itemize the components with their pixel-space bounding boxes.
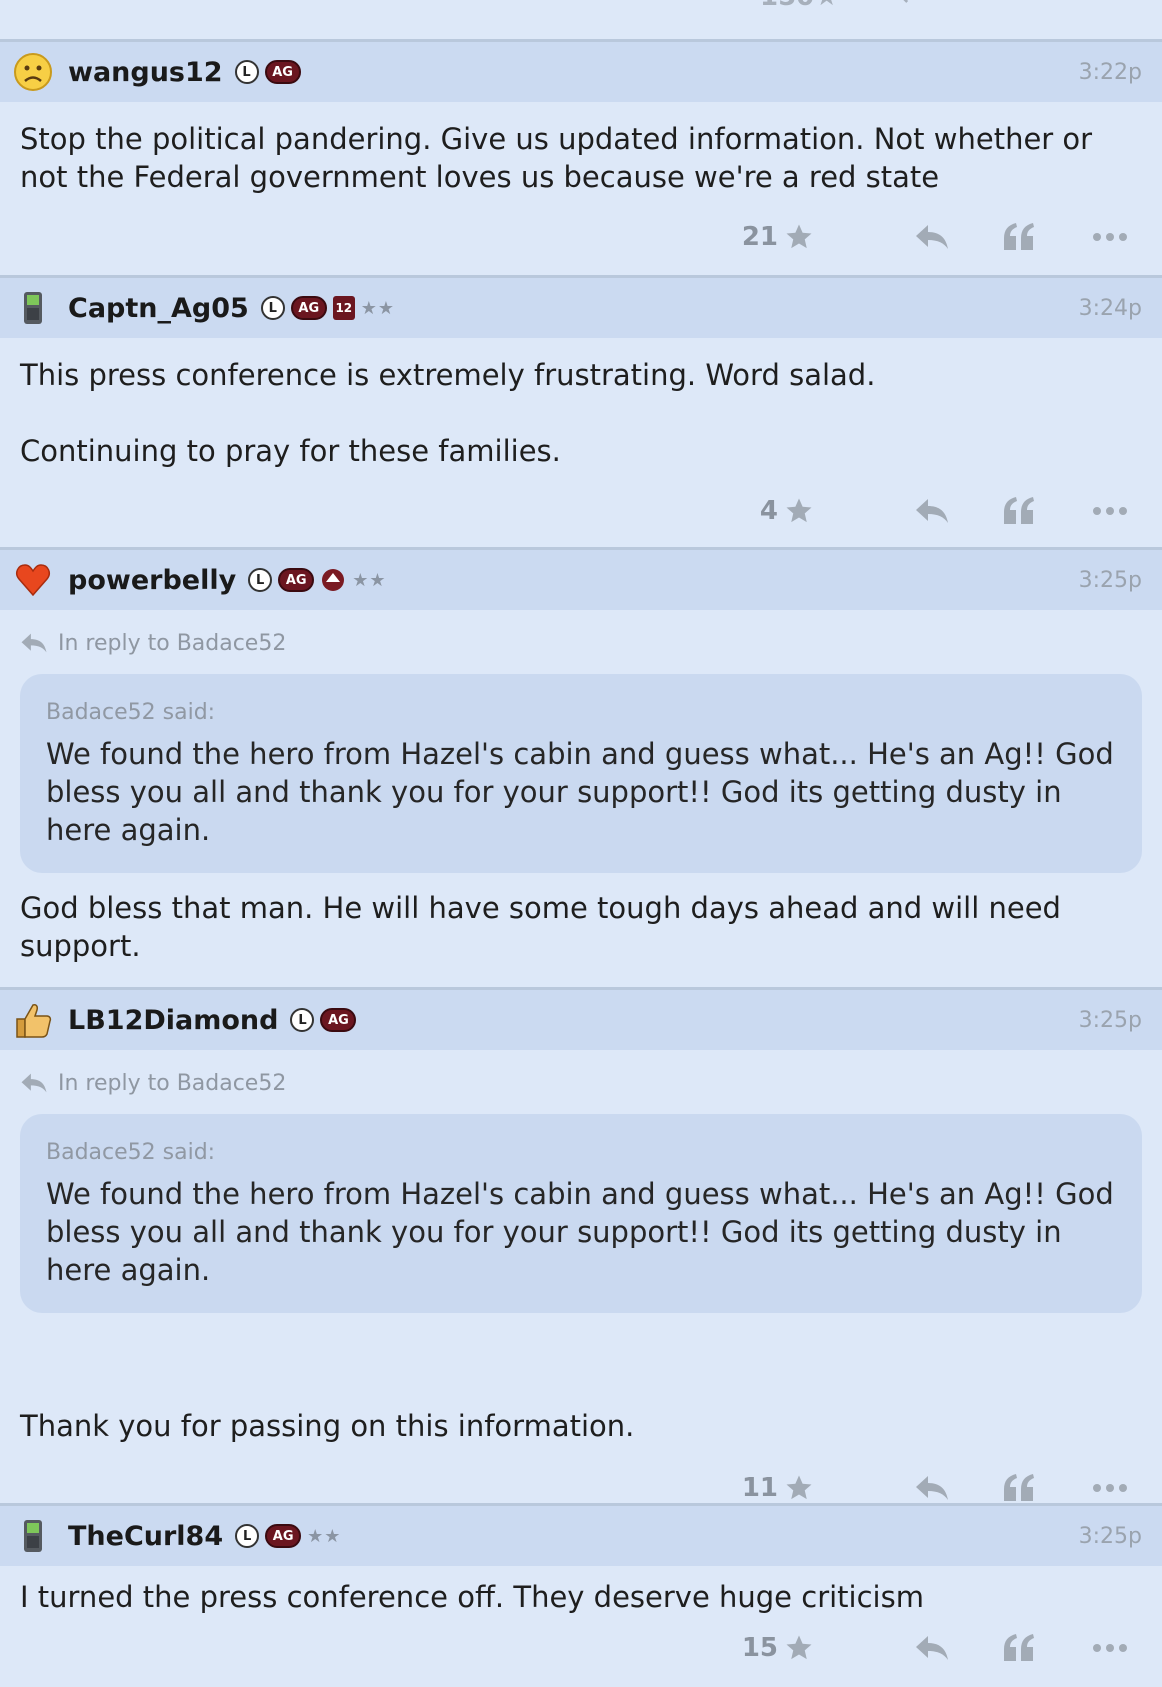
score-button[interactable]: 21 [742, 222, 814, 252]
in-reply-to-link[interactable]: In reply to Badace52 [20, 610, 1142, 660]
post: powerbelly L AG ★★ 3:25p In reply to Bad… [0, 550, 1162, 1021]
post-text: I turned the press conference off. They … [20, 1580, 924, 1614]
score-count: 21 [741, 222, 778, 252]
quote-block: Badace52 said: We found the hero from Ha… [20, 1114, 1142, 1313]
quote-icon[interactable] [1002, 222, 1036, 252]
quote-author: Badace52 said: [46, 700, 216, 725]
post: TheCurl84 L AG ★★ 3:25p I turned the pre… [0, 1506, 1162, 1687]
more-options-icon[interactable] [1092, 1483, 1128, 1493]
badge-ag: AG [290, 296, 327, 320]
post-time[interactable]: 3:25p [1079, 1524, 1142, 1549]
badge-ag: AG [320, 1008, 357, 1032]
mascot-badge-icon [320, 567, 346, 593]
reply-icon[interactable] [914, 1474, 950, 1502]
more-options-icon[interactable] [1092, 1643, 1128, 1653]
in-reply-to-text: In reply to Badace52 [58, 1070, 287, 1096]
reply-arrow-icon [21, 633, 47, 653]
reply-arrow-icon [21, 1073, 47, 1093]
post: Captn_Ag05 L AG 12 ★★ 3:24p This press c… [0, 278, 1162, 550]
score-count: 15 [741, 1633, 778, 1663]
score-count: 4 [759, 496, 778, 526]
username[interactable]: powerbelly [68, 565, 236, 596]
badge-l: L [290, 1008, 315, 1032]
badge-l: L [248, 568, 273, 592]
star-icon [786, 498, 812, 523]
previous-reply-icon: ↩ [900, 0, 922, 12]
username[interactable]: Captn_Ag05 [68, 293, 249, 324]
post-time[interactable]: 3:24p [1079, 296, 1142, 321]
username[interactable]: LB12Diamond [68, 1005, 278, 1036]
quote-text: We found the hero from Hazel's cabin and… [46, 1177, 1114, 1287]
quote-icon[interactable] [1002, 496, 1036, 526]
post-time[interactable]: 3:25p [1079, 1008, 1142, 1033]
score-button[interactable]: 15 [742, 1633, 814, 1663]
badge-12: 12 [332, 296, 355, 320]
user-stars: ★★ [352, 569, 387, 591]
post-header: TheCurl84 L AG ★★ 3:25p [0, 1506, 1162, 1566]
badge-ag: AG [264, 60, 301, 84]
star-icon [786, 1475, 812, 1500]
more-options-icon[interactable] [1092, 506, 1128, 516]
post-text: God bless that man. He will have some to… [20, 891, 1061, 963]
badge-l: L [260, 296, 285, 320]
post-text: Continuing to pray for these families. [20, 434, 561, 468]
badge-l: L [235, 1524, 260, 1548]
score-button[interactable]: 4 [760, 496, 814, 526]
score-button[interactable]: 11 [742, 1473, 814, 1503]
quote-author: Badace52 said: [46, 1140, 216, 1165]
badge-ag: AG [265, 1524, 302, 1548]
post-header: wangus12 L AG 3:22p [0, 42, 1162, 102]
post-text: Stop the political pandering. Give us up… [20, 122, 1093, 194]
username[interactable]: wangus12 [68, 57, 223, 88]
post-actions: 15 [0, 1616, 1162, 1680]
post-text: Thank you for passing on this informatio… [20, 1409, 635, 1443]
post-text: This press conference is extremely frust… [20, 358, 876, 392]
reply-icon[interactable] [914, 497, 950, 525]
post-header: LB12Diamond L AG 3:25p [0, 990, 1162, 1050]
phone-icon[interactable] [12, 287, 54, 329]
previous-quote-icon: ❝ [992, 0, 1007, 12]
score-count: 11 [741, 1473, 778, 1503]
previous-score: 150 [760, 0, 814, 12]
heart-icon[interactable] [12, 559, 54, 601]
post-time[interactable]: 3:25p [1079, 568, 1142, 593]
previous-star-icon: ★ [815, 0, 838, 12]
user-stars: ★★ [360, 297, 396, 319]
star-icon [786, 224, 812, 249]
quote-block: Badace52 said: We found the hero from Ha… [20, 674, 1142, 873]
in-reply-to-text: In reply to Badace52 [58, 630, 287, 656]
reply-icon[interactable] [914, 223, 950, 251]
username[interactable]: TheCurl84 [68, 1521, 223, 1552]
previous-post-actions-strip: 150 ★ ↩ ❝ [0, 0, 1162, 42]
in-reply-to-link[interactable]: In reply to Badace52 [20, 1050, 1142, 1100]
post: LB12Diamond L AG 3:25p In reply to Badac… [0, 990, 1162, 1506]
post-header: powerbelly L AG ★★ 3:25p [0, 550, 1162, 610]
quote-icon[interactable] [1002, 1473, 1036, 1503]
quote-icon[interactable] [1002, 1633, 1036, 1663]
badge-l: L [234, 60, 259, 84]
star-icon [786, 1635, 812, 1660]
more-options-icon[interactable] [1092, 232, 1128, 242]
quote-text: We found the hero from Hazel's cabin and… [46, 737, 1114, 847]
post: wangus12 L AG 3:22p Stop the political p… [0, 42, 1162, 278]
post-actions: 4 [0, 472, 1162, 550]
badge-ag: AG [278, 568, 315, 592]
phone-icon[interactable] [12, 1515, 54, 1557]
thumbs-up-icon[interactable] [12, 999, 54, 1041]
user-stars: ★★ [307, 1525, 342, 1547]
reply-icon[interactable] [914, 1634, 950, 1662]
sad-face-icon[interactable] [12, 51, 54, 93]
post-time[interactable]: 3:22p [1079, 60, 1142, 85]
post-actions: 21 [0, 198, 1162, 276]
post-header: Captn_Ag05 L AG 12 ★★ 3:24p [0, 278, 1162, 338]
